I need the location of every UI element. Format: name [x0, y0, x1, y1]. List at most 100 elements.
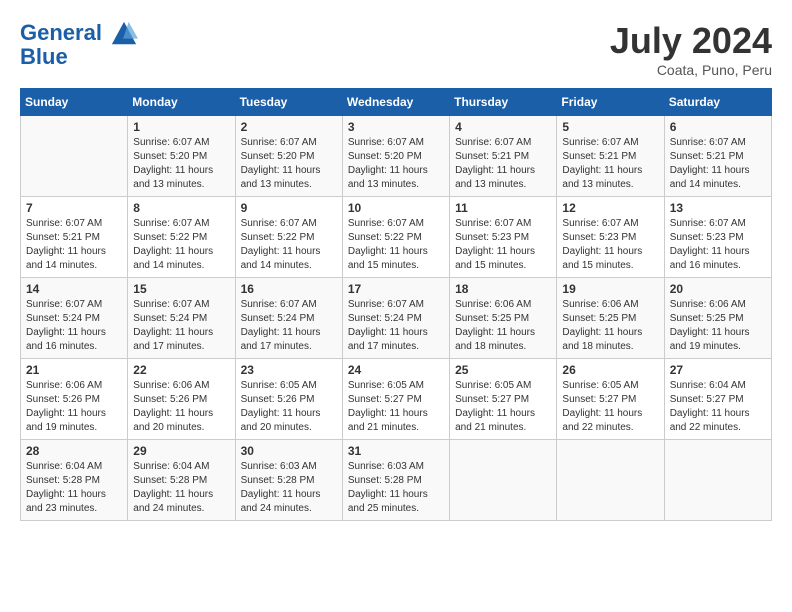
day-info: Sunrise: 6:05 AMSunset: 5:27 PMDaylight:…	[562, 379, 658, 435]
day-info: Sunrise: 6:07 AMSunset: 5:22 PMDaylight:…	[241, 217, 337, 273]
day-info: Sunrise: 6:07 AMSunset: 5:21 PMDaylight:…	[670, 136, 766, 192]
day-info: Sunrise: 6:07 AMSunset: 5:23 PMDaylight:…	[670, 217, 766, 273]
logo: General Blue	[20, 20, 138, 70]
calendar-cell: 7 Sunrise: 6:07 AMSunset: 5:21 PMDaylight…	[21, 197, 128, 278]
day-info: Sunrise: 6:05 AMSunset: 5:26 PMDaylight:…	[241, 379, 337, 435]
day-info: Sunrise: 6:05 AMSunset: 5:27 PMDaylight:…	[455, 379, 551, 435]
day-info: Sunrise: 6:06 AMSunset: 5:26 PMDaylight:…	[133, 379, 229, 435]
calendar-cell: 1 Sunrise: 6:07 AMSunset: 5:20 PMDaylight…	[128, 116, 235, 197]
day-info: Sunrise: 6:07 AMSunset: 5:21 PMDaylight:…	[562, 136, 658, 192]
calendar-week-row: 14 Sunrise: 6:07 AMSunset: 5:24 PMDayligh…	[21, 278, 772, 359]
calendar-table: SundayMondayTuesdayWednesdayThursdayFrid…	[20, 88, 772, 521]
day-number: 19	[562, 282, 658, 296]
day-info: Sunrise: 6:07 AMSunset: 5:24 PMDaylight:…	[133, 298, 229, 354]
day-number: 8	[133, 201, 229, 215]
calendar-cell: 12 Sunrise: 6:07 AMSunset: 5:23 PMDayligh…	[557, 197, 664, 278]
day-number: 25	[455, 363, 551, 377]
day-info: Sunrise: 6:06 AMSunset: 5:25 PMDaylight:…	[562, 298, 658, 354]
calendar-cell: 11 Sunrise: 6:07 AMSunset: 5:23 PMDayligh…	[450, 197, 557, 278]
calendar-cell: 14 Sunrise: 6:07 AMSunset: 5:24 PMDayligh…	[21, 278, 128, 359]
day-header-sunday: Sunday	[21, 89, 128, 116]
calendar-header-row: SundayMondayTuesdayWednesdayThursdayFrid…	[21, 89, 772, 116]
day-number: 23	[241, 363, 337, 377]
calendar-cell: 6 Sunrise: 6:07 AMSunset: 5:21 PMDaylight…	[664, 116, 771, 197]
day-number: 12	[562, 201, 658, 215]
calendar-cell	[21, 116, 128, 197]
calendar-cell: 22 Sunrise: 6:06 AMSunset: 5:26 PMDayligh…	[128, 359, 235, 440]
calendar-cell: 26 Sunrise: 6:05 AMSunset: 5:27 PMDayligh…	[557, 359, 664, 440]
day-number: 9	[241, 201, 337, 215]
day-number: 11	[455, 201, 551, 215]
day-info: Sunrise: 6:07 AMSunset: 5:24 PMDaylight:…	[348, 298, 444, 354]
day-number: 20	[670, 282, 766, 296]
calendar-week-row: 7 Sunrise: 6:07 AMSunset: 5:21 PMDaylight…	[21, 197, 772, 278]
calendar-cell: 5 Sunrise: 6:07 AMSunset: 5:21 PMDaylight…	[557, 116, 664, 197]
day-number: 10	[348, 201, 444, 215]
day-number: 5	[562, 120, 658, 134]
calendar-cell: 30 Sunrise: 6:03 AMSunset: 5:28 PMDayligh…	[235, 440, 342, 521]
day-info: Sunrise: 6:07 AMSunset: 5:24 PMDaylight:…	[26, 298, 122, 354]
calendar-week-row: 21 Sunrise: 6:06 AMSunset: 5:26 PMDayligh…	[21, 359, 772, 440]
day-number: 21	[26, 363, 122, 377]
calendar-cell: 10 Sunrise: 6:07 AMSunset: 5:22 PMDayligh…	[342, 197, 449, 278]
calendar-cell: 4Sunrise: 6:07 AMSunset: 5:21 PMDaylight…	[450, 116, 557, 197]
day-info: Sunrise: 6:06 AMSunset: 5:25 PMDaylight:…	[455, 298, 551, 354]
day-number: 14	[26, 282, 122, 296]
day-info: Sunrise: 6:07 AMSunset: 5:23 PMDaylight:…	[455, 217, 551, 273]
day-number: 1	[133, 120, 229, 134]
day-info: Sunrise: 6:07 AMSunset: 5:20 PMDaylight:…	[133, 136, 229, 192]
day-number: 28	[26, 444, 122, 458]
day-info: Sunrise: 6:07 AMSunset: 5:23 PMDaylight:…	[562, 217, 658, 273]
calendar-cell: 20Sunrise: 6:06 AMSunset: 5:25 PMDayligh…	[664, 278, 771, 359]
calendar-week-row: 28Sunrise: 6:04 AMSunset: 5:28 PMDayligh…	[21, 440, 772, 521]
day-number: 30	[241, 444, 337, 458]
day-number: 16	[241, 282, 337, 296]
calendar-cell: 27Sunrise: 6:04 AMSunset: 5:27 PMDayligh…	[664, 359, 771, 440]
page-header: General Blue July 2024 Coata, Puno, Peru	[20, 20, 772, 78]
day-info: Sunrise: 6:07 AMSunset: 5:22 PMDaylight:…	[133, 217, 229, 273]
calendar-cell: 2 Sunrise: 6:07 AMSunset: 5:20 PMDaylight…	[235, 116, 342, 197]
calendar-cell: 31Sunrise: 6:03 AMSunset: 5:28 PMDayligh…	[342, 440, 449, 521]
day-info: Sunrise: 6:03 AMSunset: 5:28 PMDaylight:…	[348, 460, 444, 516]
day-header-tuesday: Tuesday	[235, 89, 342, 116]
day-header-monday: Monday	[128, 89, 235, 116]
calendar-cell: 16 Sunrise: 6:07 AMSunset: 5:24 PMDayligh…	[235, 278, 342, 359]
calendar-cell: 28Sunrise: 6:04 AMSunset: 5:28 PMDayligh…	[21, 440, 128, 521]
location: Coata, Puno, Peru	[610, 62, 772, 78]
day-info: Sunrise: 6:07 AMSunset: 5:20 PMDaylight:…	[241, 136, 337, 192]
day-number: 27	[670, 363, 766, 377]
calendar-cell	[557, 440, 664, 521]
day-number: 15	[133, 282, 229, 296]
day-info: Sunrise: 6:07 AMSunset: 5:21 PMDaylight:…	[26, 217, 122, 273]
calendar-cell: 21Sunrise: 6:06 AMSunset: 5:26 PMDayligh…	[21, 359, 128, 440]
day-info: Sunrise: 6:07 AMSunset: 5:21 PMDaylight:…	[455, 136, 551, 192]
calendar-cell: 9 Sunrise: 6:07 AMSunset: 5:22 PMDaylight…	[235, 197, 342, 278]
calendar-cell: 17 Sunrise: 6:07 AMSunset: 5:24 PMDayligh…	[342, 278, 449, 359]
month-title: July 2024	[610, 20, 772, 62]
day-number: 2	[241, 120, 337, 134]
calendar-cell: 8 Sunrise: 6:07 AMSunset: 5:22 PMDaylight…	[128, 197, 235, 278]
day-number: 26	[562, 363, 658, 377]
day-info: Sunrise: 6:03 AMSunset: 5:28 PMDaylight:…	[241, 460, 337, 516]
calendar-cell: 15 Sunrise: 6:07 AMSunset: 5:24 PMDayligh…	[128, 278, 235, 359]
day-number: 13	[670, 201, 766, 215]
day-number: 7	[26, 201, 122, 215]
day-number: 24	[348, 363, 444, 377]
day-info: Sunrise: 6:07 AMSunset: 5:22 PMDaylight:…	[348, 217, 444, 273]
calendar-cell: 13 Sunrise: 6:07 AMSunset: 5:23 PMDayligh…	[664, 197, 771, 278]
day-number: 17	[348, 282, 444, 296]
calendar-week-row: 1 Sunrise: 6:07 AMSunset: 5:20 PMDaylight…	[21, 116, 772, 197]
calendar-cell: 29Sunrise: 6:04 AMSunset: 5:28 PMDayligh…	[128, 440, 235, 521]
day-info: Sunrise: 6:07 AMSunset: 5:20 PMDaylight:…	[348, 136, 444, 192]
calendar-cell: 23 Sunrise: 6:05 AMSunset: 5:26 PMDayligh…	[235, 359, 342, 440]
day-number: 22	[133, 363, 229, 377]
day-header-friday: Friday	[557, 89, 664, 116]
calendar-cell: 24 Sunrise: 6:05 AMSunset: 5:27 PMDayligh…	[342, 359, 449, 440]
day-number: 18	[455, 282, 551, 296]
calendar-cell	[664, 440, 771, 521]
calendar-cell	[450, 440, 557, 521]
day-info: Sunrise: 6:05 AMSunset: 5:27 PMDaylight:…	[348, 379, 444, 435]
calendar-cell: 25 Sunrise: 6:05 AMSunset: 5:27 PMDayligh…	[450, 359, 557, 440]
day-info: Sunrise: 6:07 AMSunset: 5:24 PMDaylight:…	[241, 298, 337, 354]
day-number: 6	[670, 120, 766, 134]
